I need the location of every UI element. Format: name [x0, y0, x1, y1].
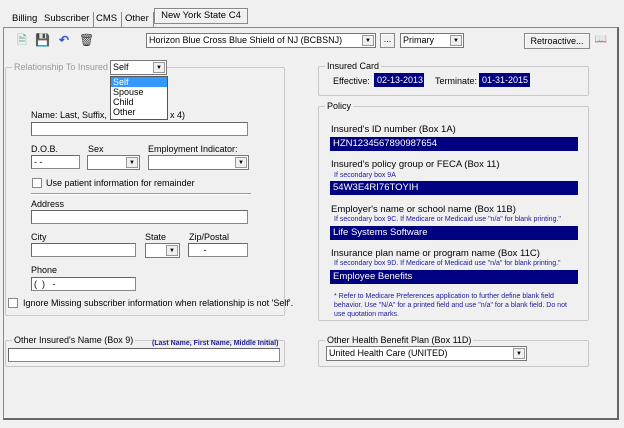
option-self[interactable]: Self — [111, 77, 167, 87]
name-label-tail: x 4) — [170, 110, 186, 120]
employer-hint: If secondary box 9C. If Medicare or Medi… — [334, 216, 561, 223]
new-icon[interactable]: 🗎 — [15, 33, 29, 47]
terminate-input[interactable]: 01-31-2015 — [479, 73, 530, 87]
use-patient-label: Use patient information for remainder — [46, 178, 195, 188]
ignore-missing-checkbox[interactable] — [8, 298, 18, 308]
chevron-down-icon: ▼ — [450, 35, 462, 46]
employer-input[interactable]: Life Systems Software — [330, 226, 578, 240]
plan-label: Insurance plan name or program name (Box… — [331, 248, 540, 259]
delete-icon[interactable]: 🗑 — [79, 33, 94, 47]
retroactive-button[interactable]: Retroactive... — [524, 33, 590, 49]
undo-icon[interactable]: ↶ — [57, 33, 71, 47]
sex-label: Sex — [88, 144, 104, 154]
effective-label: Effective: — [333, 76, 370, 86]
address-input[interactable] — [31, 210, 248, 224]
effective-input[interactable]: 02-13-2013 — [374, 73, 424, 87]
policy-group-hint: If secondary box 9A — [334, 172, 396, 179]
copy-icon[interactable]: 📖 — [594, 33, 608, 47]
employment-label: Employment Indicator: — [148, 144, 238, 154]
chevron-down-icon: ▼ — [126, 157, 138, 168]
employer-label: Employer's name or school name (Box 11B) — [331, 204, 516, 215]
tab-subscriber[interactable]: Subscriber — [40, 12, 95, 27]
payer-select[interactable]: Horizon Blue Cross Blue Shield of NJ (BC… — [146, 33, 376, 48]
use-patient-checkbox[interactable] — [32, 178, 42, 188]
chevron-down-icon: ▼ — [235, 157, 247, 168]
save-icon[interactable]: 💾 — [35, 33, 50, 47]
terminate-label: Terminate: — [435, 76, 478, 86]
other-health-select[interactable]: United Health Care (UNITED) ▼ — [326, 346, 527, 361]
browse-payer-button[interactable]: ... — [380, 33, 395, 48]
other-insured-hint: (Last Name, First Name, Middle Initial) — [152, 340, 279, 347]
policy-legend: Policy — [325, 101, 354, 111]
phone-input[interactable]: ( ) - — [31, 277, 136, 291]
other-health-legend: Other Health Benefit Plan (Box 11D) — [325, 335, 474, 345]
id-label: Insured's ID number (Box 1A) — [331, 124, 456, 135]
option-child[interactable]: Child — [111, 97, 167, 107]
payer-value: Horizon Blue Cross Blue Shield of NJ (BC… — [149, 35, 343, 45]
relationship-value: Self — [113, 62, 129, 72]
dob-input[interactable]: - - — [31, 155, 80, 169]
city-input[interactable] — [31, 243, 136, 257]
relationship-select[interactable]: Self ▼ — [110, 60, 167, 75]
option-other[interactable]: Other — [111, 107, 167, 117]
chevron-down-icon: ▼ — [166, 245, 178, 256]
chevron-down-icon: ▼ — [362, 35, 374, 46]
policy-group-label: Insured's policy group or FECA (Box 11) — [331, 159, 500, 170]
medicare-note: * Refer to Medicare Preferences applicat… — [334, 293, 567, 318]
relationship-legend: Relationship To Insured — [12, 62, 110, 72]
city-label: City — [31, 232, 47, 242]
other-health-value: United Health Care (UNITED) — [329, 348, 448, 358]
priority-value: Primary — [403, 35, 434, 45]
plan-hint: If secondary box 9D. If Medicare of Medi… — [334, 260, 561, 267]
divider — [31, 193, 251, 195]
ignore-missing-label: Ignore Missing subscriber information wh… — [23, 298, 294, 308]
employment-select[interactable]: ▼ — [148, 155, 249, 170]
insured-card-legend: Insured Card — [325, 61, 382, 71]
state-label: State — [145, 232, 167, 242]
chevron-down-icon: ▼ — [153, 62, 165, 73]
tab-other[interactable]: Other — [121, 12, 154, 27]
dob-label: D.O.B. — [31, 144, 59, 154]
zip-label: Zip/Postal — [189, 232, 230, 242]
sex-select[interactable]: ▼ — [87, 155, 140, 170]
name-label: Name: Last, Suffix, F — [31, 110, 115, 120]
phone-label: Phone — [31, 265, 58, 275]
option-spouse[interactable]: Spouse — [111, 87, 167, 97]
zip-input[interactable]: - — [188, 243, 248, 257]
chevron-down-icon: ▼ — [513, 348, 525, 359]
new-york-state-c4-button[interactable]: New York State C4 — [154, 8, 248, 24]
id-input[interactable]: HZN1234567890987654 — [330, 137, 578, 151]
state-select[interactable]: ▼ — [145, 243, 180, 258]
policy-group-input[interactable]: 54W3E4RI76TOYIH — [330, 181, 578, 195]
tab-billing[interactable]: Billing — [8, 12, 41, 27]
tab-cms[interactable]: CMS — [92, 12, 123, 27]
plan-input[interactable]: Employee Benefits — [330, 270, 578, 284]
relationship-dropdown-list: Self Spouse Child Other — [110, 76, 168, 120]
name-input[interactable] — [31, 122, 248, 136]
address-label: Address — [31, 199, 65, 209]
other-insured-legend: Other Insured's Name (Box 9) — [12, 335, 136, 345]
priority-select[interactable]: Primary ▼ — [400, 33, 464, 48]
other-insured-input[interactable] — [8, 348, 280, 362]
